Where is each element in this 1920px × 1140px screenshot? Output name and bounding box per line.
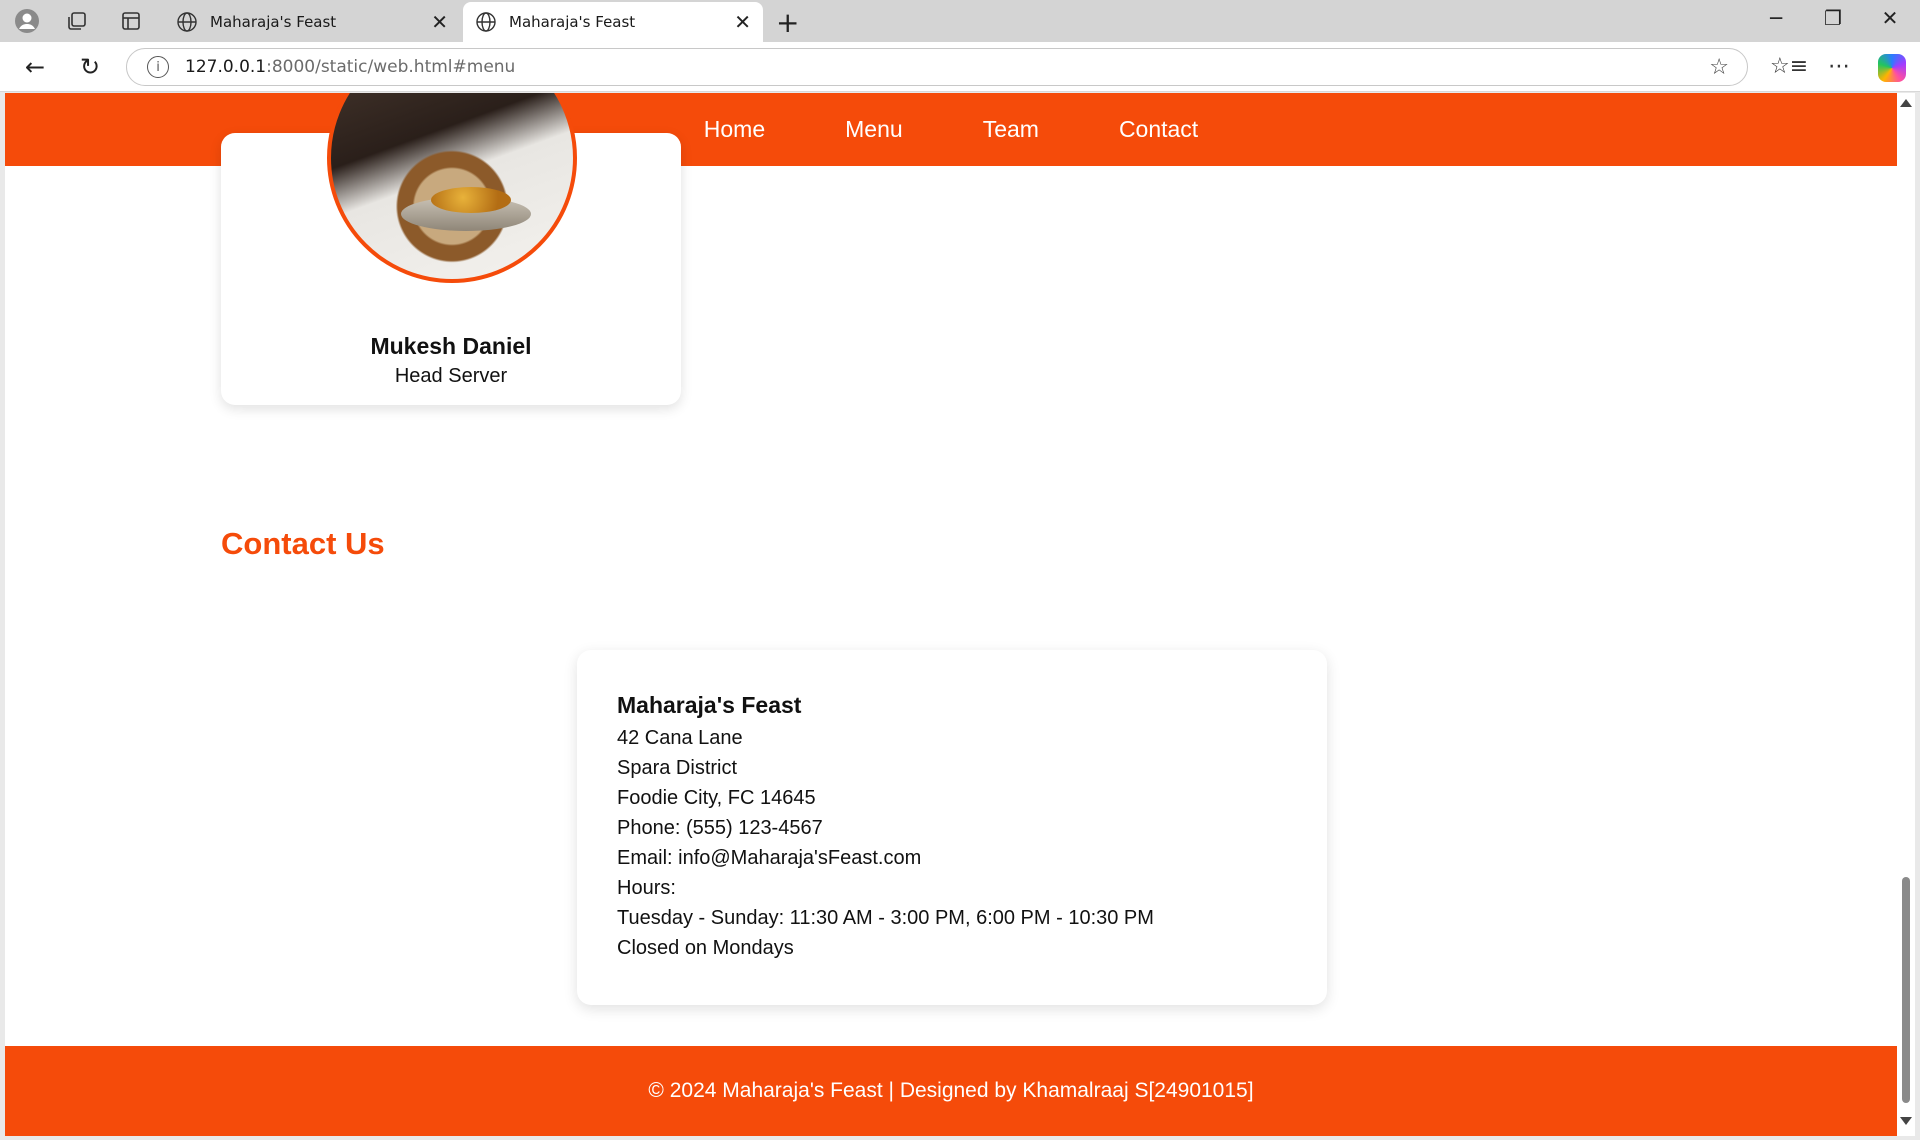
nav-home[interactable]: Home [704, 116, 765, 143]
contact-heading: Contact Us [221, 526, 385, 561]
back-button[interactable]: ← [20, 52, 50, 82]
browser-toolbar: ← ↻ i 127.0.0.1:8000/static/web.html#men… [0, 42, 1920, 92]
page-viewport: Home Menu Team Contact Mukesh Daniel Hea… [5, 93, 1897, 1136]
tab-actions-icon[interactable] [118, 8, 144, 34]
site-footer: © 2024 Maharaja's Feast | Designed by Kh… [5, 1046, 1897, 1136]
team-member-name: Mukesh Daniel [370, 333, 532, 359]
nav-contact[interactable]: Contact [1119, 116, 1198, 143]
closed-line: Closed on Mondays [617, 937, 794, 959]
close-tab-icon[interactable]: ✕ [431, 12, 448, 32]
nav-menu[interactable]: Menu [845, 116, 903, 143]
address-line-3: Foodie City, FC 14645 [617, 787, 816, 809]
new-tab-button[interactable]: + [776, 6, 799, 39]
collections-icon[interactable] [64, 8, 90, 34]
team-member-card: Mukesh Daniel Head Server [221, 93, 681, 405]
scrollbar[interactable] [1897, 93, 1915, 1136]
address-line-1: 42 Cana Lane [617, 727, 743, 749]
close-tab-icon[interactable]: ✕ [734, 12, 751, 32]
globe-icon [476, 12, 496, 32]
restore-button[interactable]: ❐ [1813, 6, 1853, 30]
url-path: :8000/static/web.html#menu [266, 57, 516, 77]
contact-card: Maharaja's Feast 42 Cana Lane Spara Dist… [577, 650, 1327, 1005]
address-bar[interactable]: i 127.0.0.1:8000/static/web.html#menu ☆ [126, 48, 1748, 86]
browser-tab-bar: Maharaja's Feast ✕ Maharaja's Feast ✕ + … [0, 0, 1920, 42]
tab-inactive[interactable]: Maharaja's Feast ✕ [164, 2, 460, 42]
site-info-icon[interactable]: i [147, 56, 169, 78]
globe-icon [177, 12, 197, 32]
favorite-star-icon[interactable]: ☆ [1709, 55, 1729, 80]
avatar [327, 93, 577, 283]
hours-line: Tuesday - Sunday: 11:30 AM - 3:00 PM, 6:… [617, 907, 1154, 929]
more-options-icon[interactable]: ⋯ [1824, 54, 1854, 79]
profile-icon[interactable] [14, 8, 40, 34]
scroll-down-arrow-icon[interactable] [1900, 1117, 1912, 1125]
address-line-2: Spara District [617, 757, 738, 779]
favorites-icon[interactable]: ☆≡ [1770, 54, 1808, 79]
close-window-button[interactable]: ✕ [1870, 6, 1910, 30]
nav-team[interactable]: Team [983, 116, 1039, 143]
copilot-icon[interactable] [1878, 54, 1906, 82]
tab-title: Maharaja's Feast [210, 13, 337, 31]
team-member-role: Head Server [394, 365, 508, 387]
food-graphic [431, 187, 511, 213]
business-name: Maharaja's Feast [617, 692, 802, 718]
phone-line: Phone: (555) 123-4567 [617, 817, 823, 839]
refresh-button[interactable]: ↻ [75, 52, 105, 82]
tab-active[interactable]: Maharaja's Feast ✕ [463, 2, 763, 42]
minimize-button[interactable]: ─ [1756, 6, 1796, 30]
tab-title: Maharaja's Feast [509, 13, 636, 31]
scroll-thumb[interactable] [1902, 877, 1910, 1103]
scroll-up-arrow-icon[interactable] [1900, 99, 1912, 107]
email-line: Email: info@Maharaja'sFeast.com [617, 847, 922, 869]
url-host: 127.0.0.1 [185, 57, 267, 77]
hours-label: Hours: [617, 877, 676, 899]
